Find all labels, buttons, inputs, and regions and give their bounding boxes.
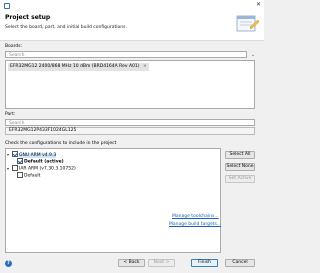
checkbox-gnu-default[interactable] [17,158,23,164]
tree-item-label: Default [24,173,41,179]
configurations-label: Check the configurations to include in t… [5,141,117,146]
select-all-button[interactable]: Select All [225,151,255,159]
configurations-tree[interactable]: ▾ GNU ARM v4.9.3 Default (active) ▾ IAR AR… [5,148,221,253]
close-icon[interactable]: ✕ [256,1,261,9]
window-titlebar: ✕ [0,0,264,10]
part-search-placeholder: Search [9,120,25,126]
wizard-banner-icon [236,15,260,32]
board-item-selected[interactable]: EFR32MG12 2400/868 MHz 10 dBm (BRD4164A … [8,63,149,71]
board-item-label: EFR32MG12 2400/868 MHz 10 dBm (BRD4164A … [10,64,140,69]
boards-search-input[interactable]: Search [5,51,247,58]
page-title: Project setup [5,14,51,21]
back-button[interactable]: < Back [118,259,145,267]
tree-item-label: IAR ARM (v7.30.3.10752) [19,166,76,172]
tree-item-label: Default (active) [24,159,64,165]
wizard-header: Project setup Select the board, part, an… [0,10,264,41]
part-label: Part: [5,112,16,117]
checkbox-iar-default[interactable] [17,172,23,178]
tree-row-iar-default[interactable]: Default [17,172,40,180]
help-icon[interactable]: ? [5,260,12,267]
next-button[interactable]: Next > [148,259,175,267]
manage-toolchains-link[interactable]: Manage toolchains... [172,214,219,219]
finish-button[interactable]: Finish [191,259,218,267]
boards-label: Boards: [5,44,23,49]
boards-search-placeholder: Search [9,52,25,58]
part-value-field[interactable]: EFR32MG12P433F1024GL125 [5,127,255,135]
boards-list[interactable]: EFR32MG12 2400/868 MHz 10 dBm (BRD4164A … [5,60,255,109]
tree-item-label: GNU ARM v4.9.3 [19,152,57,158]
select-none-button[interactable]: Select None [225,163,255,171]
part-search-input[interactable]: Search [5,119,255,126]
cancel-button[interactable]: Cancel [225,259,255,267]
checkbox-iar-arm[interactable] [12,165,18,171]
page-description: Select the board, part, and initial buil… [5,25,127,30]
remove-board-icon[interactable]: × [143,64,147,69]
checkbox-gnu-arm[interactable] [12,151,18,157]
app-icon [4,3,10,9]
boards-dropdown-icon[interactable]: ⌄ [249,51,257,59]
set-active-button[interactable]: Set Active [225,175,255,183]
manage-build-targets-link[interactable]: Manage build targets... [169,222,221,227]
